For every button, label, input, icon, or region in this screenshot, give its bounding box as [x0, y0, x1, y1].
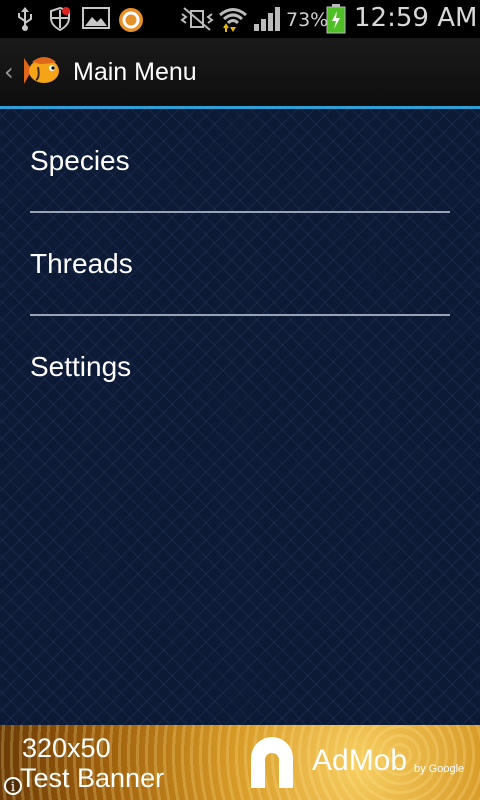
signal-icon: [252, 6, 282, 36]
ad-banner[interactable]: 320x50 Test Banner AdMob by Google i: [0, 725, 480, 800]
usb-icon: [15, 6, 35, 36]
admob-brand: AdMob: [312, 744, 408, 777]
menu-item-threads[interactable]: Threads: [30, 213, 450, 315]
ad-size-text: 320x50: [22, 733, 111, 763]
action-bar: ‹ Main Menu: [0, 38, 480, 109]
mute-icon: [180, 6, 214, 36]
status-bar: 73% 12:59 AM: [0, 0, 480, 38]
battery-percent: 73%: [286, 9, 329, 31]
menu-item-label: Threads: [30, 248, 133, 279]
menu-item-species[interactable]: Species: [30, 109, 450, 211]
menu-item-label: Settings: [30, 351, 132, 382]
menu-item-label: Species: [30, 145, 130, 176]
battery-charging-icon: [326, 4, 346, 38]
back-chevron-icon[interactable]: ‹: [4, 58, 14, 86]
picture-icon: [82, 6, 110, 34]
by-google-text: by Google: [414, 763, 465, 775]
page-title: Main Menu: [73, 58, 197, 86]
admob-logo-icon: [243, 734, 301, 796]
fish-logo-icon[interactable]: [20, 50, 64, 94]
ad-test-text: Test Banner: [20, 763, 165, 793]
clock: 12:59 AM: [354, 3, 478, 33]
info-icon[interactable]: i: [4, 777, 22, 795]
cyanogen-icon: [117, 6, 145, 38]
shield-icon: [48, 6, 72, 36]
main-menu-list: Species Threads Settings: [0, 109, 480, 725]
wifi-icon: [218, 6, 248, 38]
menu-item-settings[interactable]: Settings: [30, 316, 450, 418]
